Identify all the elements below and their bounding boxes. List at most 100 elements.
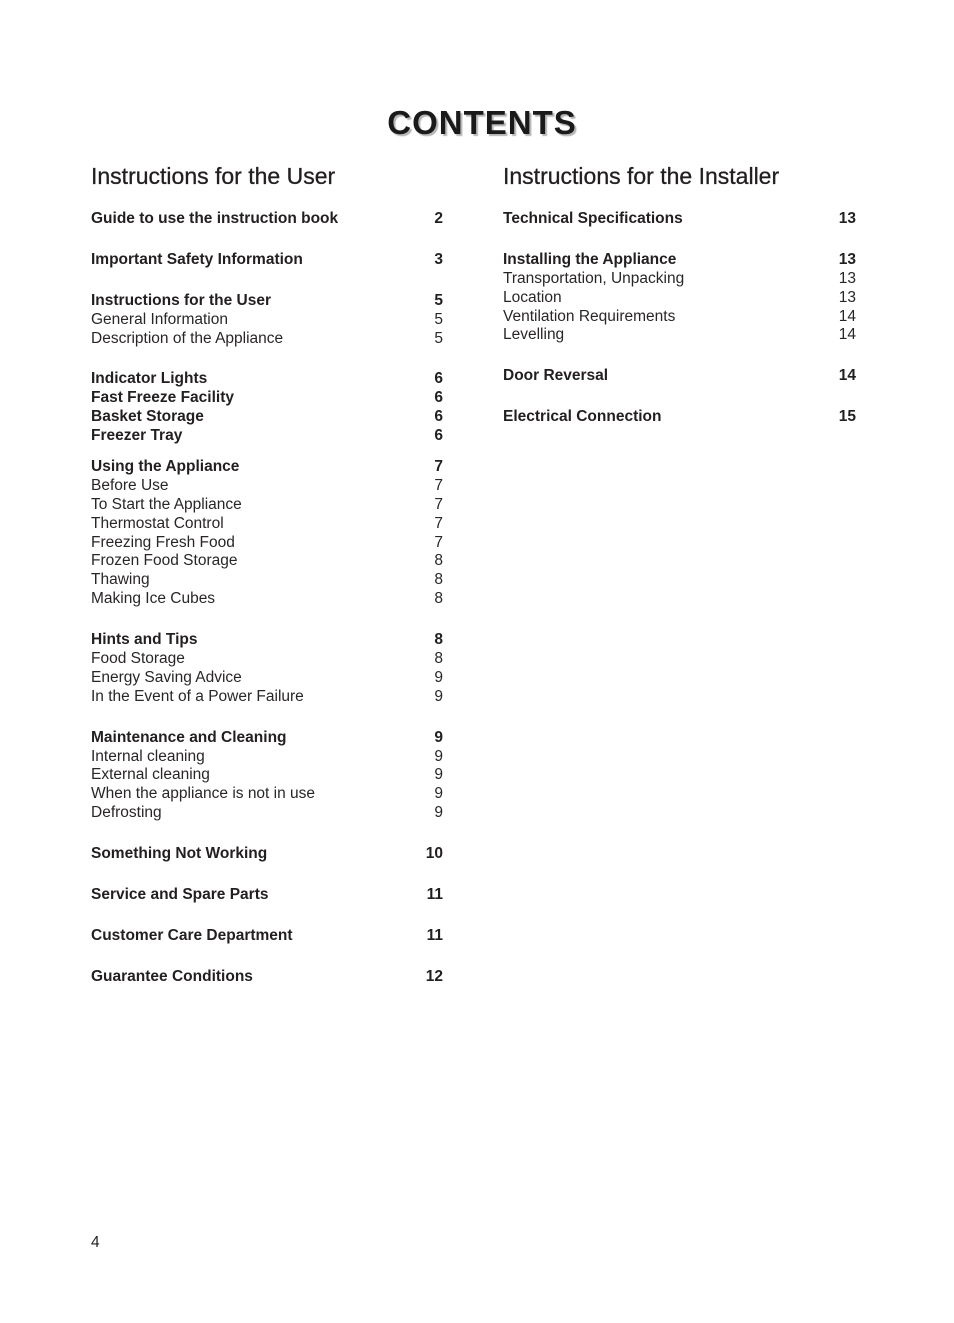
toc-subentry: Food Storage 8	[91, 650, 443, 669]
toc-section-entry: Using the Appliance 7	[91, 458, 443, 477]
toc-entry-page: 9	[434, 785, 443, 803]
toc-subentry: Location 13	[503, 289, 856, 308]
toc-entry-label: Service and Spare Parts	[91, 886, 269, 904]
toc-subentry: Transportation, Unpacking 13	[503, 270, 856, 289]
toc-entry-page: 9	[434, 687, 443, 705]
toc-entry-label: Before Use	[91, 476, 169, 494]
toc-list: Guide to use the instruction book 2 Import…	[91, 210, 443, 987]
toc-entry-label: Instructions for the User	[91, 291, 271, 309]
toc-entry-label: To Start the Appliance	[91, 495, 242, 513]
toc-section-entry: Technical Specifications 13	[503, 210, 856, 229]
toc-entry-page: 14	[838, 307, 856, 325]
toc-entry-label: Basket Storage	[91, 408, 204, 426]
toc-entry-label: Guide to use the instruction book	[91, 210, 339, 227]
toc-entry-label: General Information	[91, 310, 228, 328]
toc-entry-label: Ventilation Requirements	[503, 307, 676, 325]
toc-entry-page: 6	[434, 389, 443, 407]
toc-section: Something Not Working 10	[91, 845, 443, 864]
toc-entry-page: 11	[426, 926, 443, 944]
toc-entry-label: When the appliance is not in use	[91, 785, 316, 803]
toc-entry-label: Internal cleaning	[91, 747, 205, 765]
toc-entry-label: Food Storage	[91, 650, 185, 668]
installer-instructions-column: Instructions for the Installer Technical…	[503, 160, 856, 449]
toc-section: Hints and Tips 8 Food Storage 8 Energy Savin…	[91, 631, 443, 707]
toc-subentry: To Start the Appliance 7	[91, 496, 443, 515]
user-instructions-column: Instructions for the User Guide to use t…	[91, 160, 443, 1009]
toc-entry-page: 7	[434, 458, 443, 476]
toc-entry-label: Thawing	[91, 571, 150, 589]
toc-entry-label: Defrosting	[91, 804, 162, 822]
toc-section-entry: Guarantee Conditions 12	[91, 968, 443, 987]
toc-entry-page: 9	[434, 804, 443, 822]
toc-entry-label: Thermostat Control	[91, 514, 224, 532]
toc-list: Technical Specifications 13 Installing the…	[503, 210, 856, 427]
toc-section-entry: Indicator Lights 6	[91, 370, 443, 389]
toc-entry-page: 14	[838, 367, 856, 385]
toc-entry-page: 10	[425, 845, 443, 863]
toc-entry-label: Making Ice Cubes	[91, 590, 216, 608]
toc-section: Installing the Appliance 13 Transportation…	[503, 251, 856, 345]
toc-entry-page: 8	[434, 590, 443, 608]
toc-subentry: Internal cleaning 9	[91, 748, 443, 767]
toc-section-entry: Fast Freeze Facility 6	[91, 389, 443, 408]
toc-subentry: Description of the Appliance 5	[91, 330, 443, 349]
toc-section-entry: Customer Care Department 11	[91, 927, 443, 946]
toc-subentry: Thermostat Control 7	[91, 515, 443, 534]
toc-entry-page: 9	[434, 766, 443, 784]
toc-entry-page: 8	[434, 552, 443, 570]
toc-entry-label: Something Not Working	[91, 845, 268, 863]
toc-entry-page: 7	[434, 533, 443, 551]
toc-entry-page: 8	[434, 631, 443, 649]
toc-entry-page: 5	[434, 291, 443, 309]
toc-subentry: Defrosting 9	[91, 804, 443, 823]
toc-section-entry: Instructions for the User 5	[91, 292, 443, 311]
toc-entry-page: 8	[434, 571, 443, 589]
toc-entry-label: Frozen Food Storage	[91, 552, 238, 570]
toc-entry-page: 5	[434, 329, 443, 347]
toc-subentry: Energy Saving Advice 9	[91, 669, 443, 688]
toc-section: Door Reversal 14	[503, 367, 856, 386]
toc-subentry: Ventilation Requirements 14	[503, 308, 856, 327]
toc-entry-label: Freezing Fresh Food	[91, 533, 235, 551]
toc-entry-label: Maintenance and Cleaning	[91, 728, 287, 746]
toc-section-entry: Basket Storage 6	[91, 408, 443, 427]
toc-section: Using the Appliance 7 Before Use 7 To Start …	[91, 458, 443, 609]
toc-entry-page: 7	[434, 476, 443, 494]
toc-entry-page: 5	[434, 310, 443, 328]
toc-entry-page: 6	[434, 427, 443, 445]
toc-entry-label: Important Safety Information	[91, 250, 303, 268]
toc-entry-page: 13	[838, 269, 856, 287]
toc-entry-page: 15	[838, 408, 856, 426]
toc-entry-page: 13	[838, 288, 856, 306]
toc-entry-label: Freezer Tray	[91, 427, 183, 445]
toc-subentry: Before Use 7	[91, 477, 443, 496]
toc-entry-label: Technical Specifications	[503, 210, 683, 227]
toc-section-entry: Hints and Tips 8	[91, 631, 443, 650]
toc-entry-page: 7	[434, 514, 443, 532]
toc-subentry: Freezing Fresh Food 7	[91, 534, 443, 553]
column-heading: Instructions for the User	[91, 163, 336, 189]
toc-section: Guide to use the instruction book 2	[91, 210, 443, 229]
toc-entry-page: 7	[434, 495, 443, 513]
toc-entry-label: Levelling	[503, 326, 565, 344]
column-heading: Instructions for the Installer	[503, 163, 780, 189]
toc-section: Indicator Lights 6 Fast Freeze Facility 6 Ba…	[91, 370, 443, 446]
toc-entry-label: Description of the Appliance	[91, 329, 284, 347]
toc-section: Electrical Connection 15	[503, 408, 856, 427]
toc-subentry: Making Ice Cubes 8	[91, 590, 443, 609]
toc-section-entry: Door Reversal 14	[503, 367, 856, 386]
toc-entry-page: 9	[434, 668, 443, 686]
toc-entry-label: Door Reversal	[503, 367, 609, 385]
toc-section: Technical Specifications 13	[503, 210, 856, 229]
toc-section-entry: Important Safety Information 3	[91, 251, 443, 270]
toc-subentry: Thawing 8	[91, 571, 443, 590]
toc-entry-page: 13	[838, 250, 856, 268]
toc-entry-label: In the Event of a Power Failure	[91, 687, 304, 705]
toc-entry-page: 3	[434, 250, 443, 268]
toc-subentry: External cleaning 9	[91, 766, 443, 785]
toc-entry-page: 12	[425, 967, 443, 985]
toc-section-entry: Electrical Connection 15	[503, 408, 856, 427]
toc-entry-label: Guarantee Conditions	[91, 967, 253, 985]
toc-entry-page: 6	[434, 370, 443, 388]
toc-entry-label: External cleaning	[91, 766, 210, 784]
